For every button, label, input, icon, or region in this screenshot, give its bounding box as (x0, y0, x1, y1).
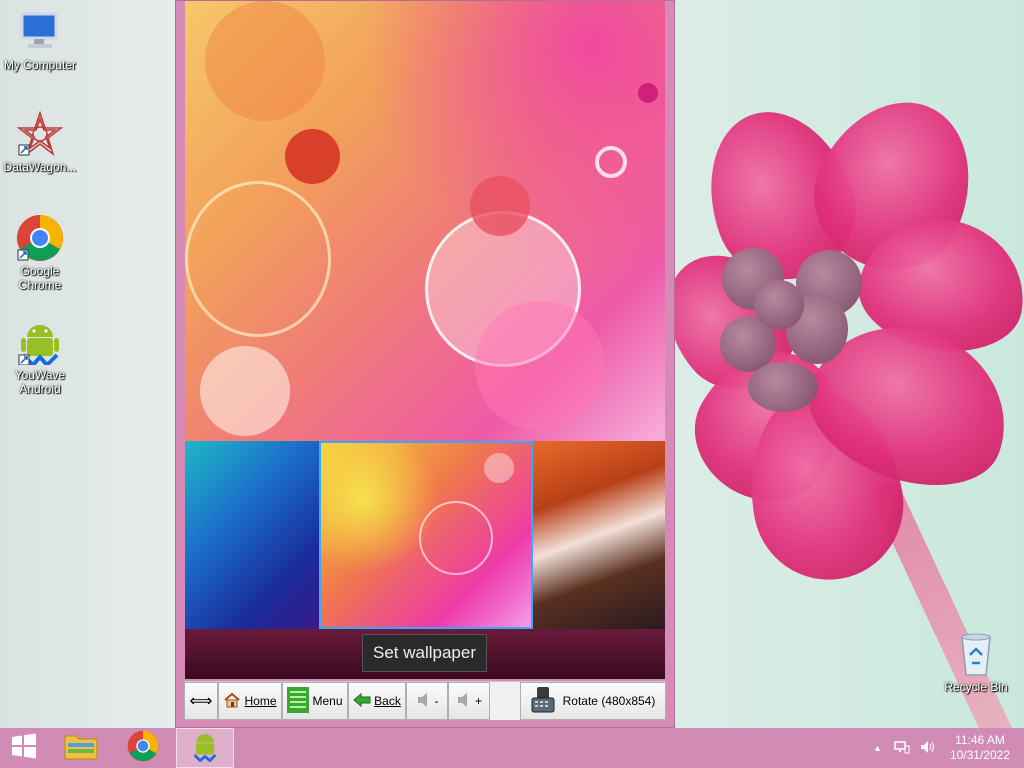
device-rotate-icon (531, 686, 555, 717)
datawagon-icon (16, 110, 64, 158)
wallpaper-thumbnail[interactable] (185, 441, 319, 629)
wallpaper-thumbnail[interactable] (533, 441, 665, 629)
volume-up-button[interactable]: + (448, 682, 490, 720)
menu-icon (287, 686, 310, 716)
computer-icon (16, 8, 64, 56)
desktop-icon-label: DataWagon... (3, 160, 77, 174)
wallpaper-picker-bar: Set wallpaper (185, 629, 665, 679)
wallpaper-thumbnail-selected[interactable] (319, 441, 533, 629)
android-icon (189, 730, 221, 767)
volume-down-button[interactable]: - (406, 682, 448, 720)
speaker-icon (416, 691, 432, 712)
wallpaper-thumbnails (185, 441, 665, 629)
taskbar-chrome[interactable] (114, 728, 172, 768)
desktop-icon-label: Recycle Bin (944, 680, 1008, 694)
android-screen[interactable]: Set wallpaper (185, 1, 665, 679)
taskbar-file-explorer[interactable] (52, 728, 110, 768)
speaker-icon (456, 691, 472, 712)
resize-button[interactable]: ⟺ (184, 682, 218, 720)
taskbar-youwave-android[interactable] (176, 728, 234, 768)
resize-arrows-icon: ⟺ (189, 693, 213, 710)
desktop-icon-label: YouWave Android (14, 368, 66, 396)
menu-button[interactable]: Menu (282, 682, 348, 720)
taskbar: ▲ 11:46 AM 10/31/2022 (0, 728, 1024, 768)
set-wallpaper-button[interactable]: Set wallpaper (362, 634, 487, 672)
desktop-icon-label: My Computer (3, 58, 77, 72)
flower-center (754, 280, 804, 330)
android-icon (16, 318, 64, 366)
home-icon (223, 692, 241, 711)
desktop-icon-datawagon[interactable]: DataWagon... (0, 110, 80, 174)
home-button[interactable]: Home (218, 682, 282, 720)
rotate-button[interactable]: Rotate (480x854) (520, 682, 666, 720)
desktop-icon-label: Google Chrome (18, 264, 62, 292)
show-hidden-icons-chevron-icon[interactable]: ▲ (865, 743, 890, 753)
volume-icon[interactable] (914, 740, 942, 757)
desktop-icon-my-computer[interactable]: My Computer (0, 8, 80, 72)
clock-date: 10/31/2022 (949, 748, 1010, 762)
home-label: Home (244, 694, 277, 708)
back-label: Back (374, 694, 401, 708)
back-arrow-icon (353, 692, 371, 710)
windows-logo-icon (11, 733, 37, 764)
emulator-toolbar: ⟺ Home Menu Back - + Rotate (480x854) (184, 681, 666, 720)
folder-icon (64, 732, 98, 765)
desktop-icon-recycle-bin[interactable]: Recycle Bin (936, 630, 1016, 694)
system-tray: ▲ 11:46 AM 10/31/2022 (865, 728, 1024, 768)
recycle-bin-icon (952, 630, 1000, 678)
wallpaper-preview (185, 1, 665, 441)
network-icon[interactable] (890, 740, 914, 757)
menu-label: Menu (312, 694, 343, 708)
taskbar-clock[interactable]: 11:46 AM 10/31/2022 (942, 733, 1024, 763)
flower-center (748, 362, 818, 412)
clock-time: 11:46 AM (955, 733, 1005, 747)
volume-up-label: + (474, 694, 482, 708)
desktop-icon-youwave-android[interactable]: YouWave Android (0, 318, 80, 396)
start-button[interactable] (0, 728, 48, 768)
volume-down-label: - (434, 694, 439, 708)
android-emulator-window[interactable]: Set wallpaper ⟺ Home Menu Back - + Rotat… (175, 0, 675, 728)
chrome-icon (16, 214, 64, 262)
rotate-label: Rotate (480x854) (562, 694, 656, 708)
desktop-icon-google-chrome[interactable]: Google Chrome (0, 214, 80, 292)
chrome-icon (127, 730, 159, 767)
back-button[interactable]: Back (348, 682, 406, 720)
